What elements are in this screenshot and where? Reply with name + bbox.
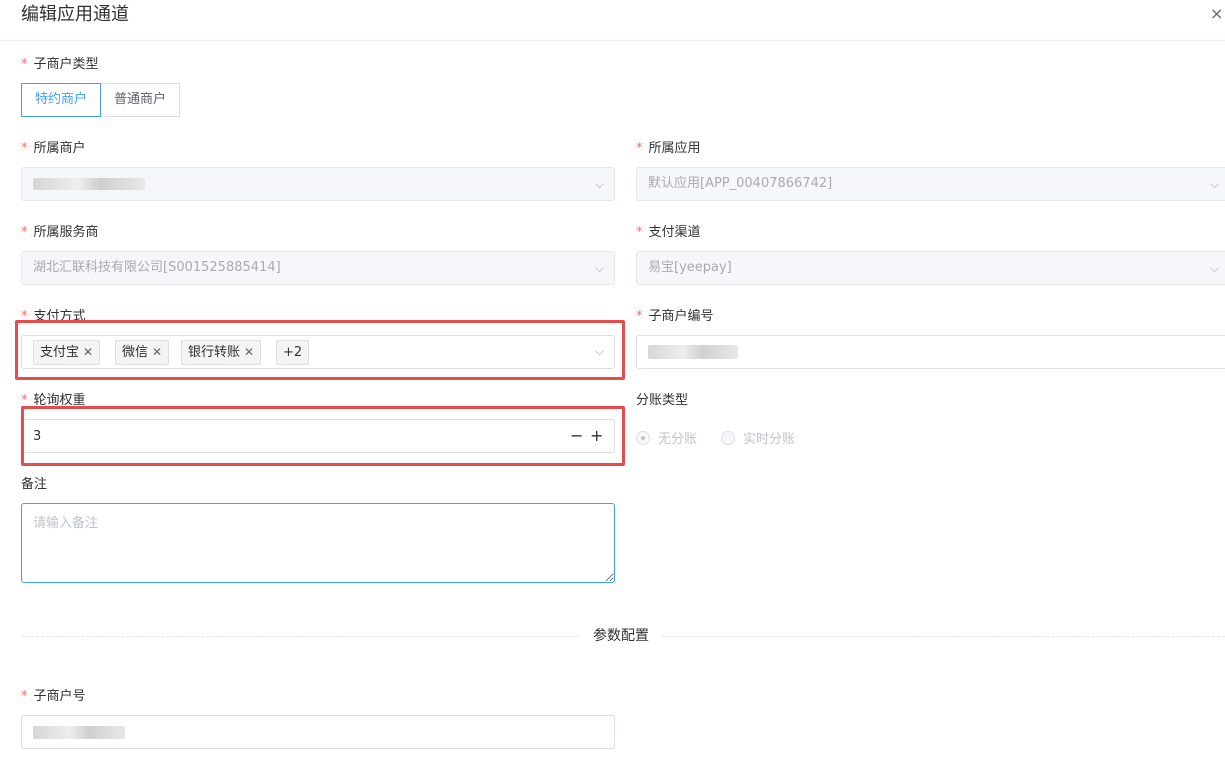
submerchant-type-special-button[interactable]: 特约商户 [21, 83, 102, 117]
remark-textarea[interactable] [21, 503, 615, 583]
param-section-title: 参数配置 [580, 627, 662, 645]
split-type-label: 分账类型 [636, 393, 689, 408]
submerchant-type-segment: 特约商户 普通商户 [21, 83, 181, 117]
split-type-realtime-radio[interactable]: 实时分账 [721, 428, 795, 447]
service-provider-label: * 所属服务商 [21, 225, 99, 240]
radio-icon [636, 430, 650, 445]
chevron-down-icon: ⌵ [1209, 261, 1219, 275]
redacted-submerchant-code [648, 345, 738, 359]
merchant-label: * 所属商户 [21, 141, 86, 156]
submerchant-code-input[interactable] [636, 335, 1225, 369]
pay-channel-label: * 支付渠道 [636, 225, 701, 240]
app-select[interactable]: 默认应用[APP_00407866742] ⌵ [636, 167, 1225, 201]
pay-channel-value: 易宝[yeepay] [648, 260, 732, 275]
submerchant-type-normal-button[interactable]: 普通商户 [101, 83, 181, 117]
service-provider-value: 湖北汇联科技有限公司[S001525885414] [33, 260, 281, 275]
submerchant-type-label: * 子商户类型 [21, 57, 99, 72]
highlight-box-poll-weight [21, 406, 625, 466]
remark-label: 备注 [21, 477, 48, 492]
app-label: * 所属应用 [636, 141, 701, 156]
service-provider-select[interactable]: 湖北汇联科技有限公司[S001525885414] ⌵ [21, 251, 615, 285]
close-icon[interactable]: × [1210, 5, 1223, 23]
highlight-box-pay-methods [15, 320, 625, 380]
chevron-down-icon: ⌵ [594, 261, 604, 275]
submerchant-no-input[interactable] [21, 715, 615, 749]
dialog-header: 编辑应用通道 × [0, 0, 1225, 41]
radio-icon [721, 430, 735, 445]
submerchant-no-label: * 子商户号 [21, 689, 86, 704]
chevron-down-icon: ⌵ [594, 177, 604, 191]
chevron-down-icon: ⌵ [1209, 177, 1219, 191]
dialog-title: 编辑应用通道 [21, 4, 129, 25]
app-select-value: 默认应用[APP_00407866742] [648, 176, 833, 191]
redacted-submerchant-no [33, 726, 125, 739]
redacted-merchant-value [33, 178, 145, 190]
submerchant-code-label: * 子商户编号 [636, 309, 714, 324]
split-type-none-radio[interactable]: 无分账 [636, 428, 697, 447]
merchant-select[interactable]: ⌵ [21, 167, 615, 201]
pay-channel-select[interactable]: 易宝[yeepay] ⌵ [636, 251, 1225, 285]
